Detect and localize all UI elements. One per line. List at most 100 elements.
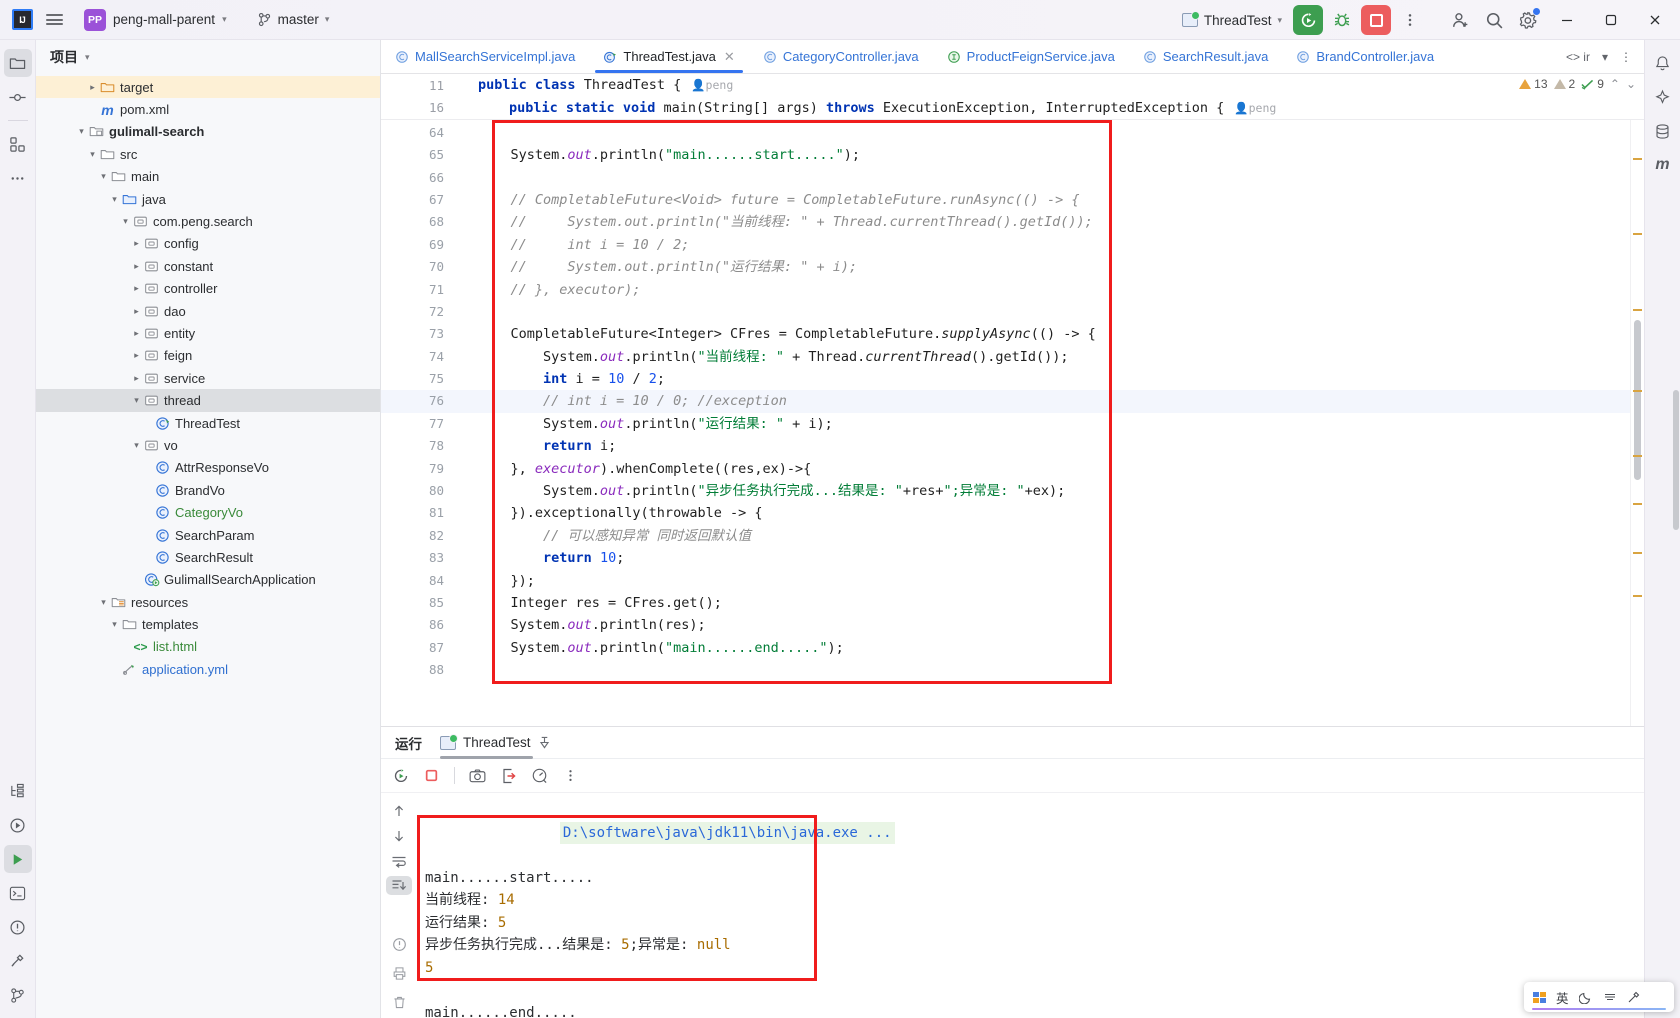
rerun-button[interactable] [387,762,414,789]
scroll-up-button[interactable] [386,802,412,821]
more-options-button[interactable] [1395,5,1425,35]
tree-item-pom-xml[interactable]: m pom.xml [36,98,380,120]
marker-tick[interactable] [1633,308,1642,311]
add-account-button[interactable] [1445,5,1475,35]
inspection-widget[interactable]: 13 2 9 ⌃ ⌄ [1519,77,1636,91]
code-line[interactable] [456,167,1630,189]
code-line[interactable]: // 可以感知异常 同时返回默认值 [456,525,1630,547]
tree-item-constant[interactable]: ▸ constant [36,255,380,277]
project-selector[interactable]: PP peng-mall-parent ▾ [76,6,235,34]
line-number[interactable]: 73 [381,323,456,345]
line-number[interactable]: 77 [381,413,456,435]
code-line[interactable] [456,301,1630,323]
next-problem-icon[interactable]: ⌄ [1626,77,1636,91]
stop-run-button[interactable] [418,762,445,789]
tree-item-feign[interactable]: ▸ feign [36,345,380,367]
marker-tick[interactable] [1633,233,1642,236]
code-line[interactable]: // int i = 10 / 2; [456,234,1630,256]
tree-item-entity[interactable]: ▸ entity [36,322,380,344]
line-number[interactable]: 68 [381,211,456,233]
chevron-down-icon[interactable]: ▾ [108,619,121,630]
chevron-down-icon[interactable]: ▾ [1598,48,1612,66]
code-line[interactable]: // }, executor); [456,279,1630,301]
tree-item-searchparam[interactable]: SearchParam [36,524,380,546]
print-button[interactable] [386,960,412,986]
line-number[interactable]: 83 [381,547,456,569]
run-tab-threadtest[interactable]: ThreadTest [440,727,551,759]
code-line[interactable]: System.out.println("main......start.....… [456,144,1630,166]
chevron-right-icon[interactable]: ▸ [130,373,143,384]
tree-item-resources[interactable]: ▾ resources [36,591,380,613]
weak-warnings-count[interactable]: 2 [1553,77,1575,91]
build-tool-window-button[interactable] [4,947,32,975]
tree-item-brandvo[interactable]: BrandVo [36,479,380,501]
marker-tick[interactable] [1633,503,1642,506]
chevron-down-icon[interactable]: ▾ [130,440,143,451]
code-line[interactable]: return i; [456,435,1630,457]
code-line[interactable]: CompletableFuture<Integer> CFres = Compl… [456,323,1630,345]
screenshot-button[interactable] [464,762,491,789]
structure-tool-window-button[interactable] [4,130,32,158]
code-line[interactable]: }); [456,570,1630,592]
tree-item-application-yml[interactable]: application.yml [36,658,380,680]
marker-tick[interactable] [1633,551,1642,554]
minimize-button[interactable] [1546,0,1588,40]
chevron-right-icon[interactable]: ▸ [130,306,143,317]
code-line[interactable]: System.out.println("运行结果: " + i); [456,413,1630,435]
console-text[interactable]: D:\software\java\jdk11\bin\java.exe ... … [417,793,1644,1018]
code-line[interactable]: System.out.println("main......end.....")… [456,637,1630,659]
chevron-down-icon[interactable]: ▾ [119,216,132,227]
git-tool-window-button[interactable] [4,981,32,1009]
problems-tool-window-button[interactable] [4,913,32,941]
line-number[interactable]: 69 [381,234,456,256]
clear-button[interactable] [386,989,412,1015]
maven-button[interactable]: m [1649,151,1677,179]
line-number[interactable]: 75 [381,368,456,390]
run-more-button[interactable] [557,762,584,789]
line-number[interactable]: 80 [381,480,456,502]
moon-icon[interactable] [1578,990,1593,1004]
tree-item-config[interactable]: ▸ config [36,233,380,255]
pin-icon[interactable] [538,736,551,749]
code-line[interactable]: System.out.println(res); [456,614,1630,636]
code-line[interactable]: System.out.println("当前线程: " + Thread.cur… [456,346,1630,368]
tools-icon[interactable] [1627,990,1641,1004]
line-number[interactable]: 79 [381,458,456,480]
editor-tab-categorycontroller[interactable]: CategoryController.java [749,40,933,73]
line-number[interactable]: 84 [381,570,456,592]
tree-item-controller[interactable]: ▸ controller [36,278,380,300]
line-number[interactable]: 67 [381,189,456,211]
code-line[interactable]: }, executor).whenComplete((res,ex)->{ [456,458,1630,480]
tree-item-vo[interactable]: ▾ vo [36,434,380,456]
chevron-right-icon[interactable]: ▸ [130,328,143,339]
line-number[interactable]: 70 [381,256,456,278]
project-tree-scrollbar[interactable] [1673,390,1679,530]
line-number[interactable]: 86 [381,614,456,636]
chevron-down-icon[interactable]: ▾ [86,149,99,160]
export-button[interactable] [495,762,522,789]
more-vertical-icon[interactable]: ⋮ [1616,48,1636,66]
code-vision-icon[interactable]: <> ir [1562,48,1594,66]
tree-item-list-html[interactable]: <> list.html [36,636,380,658]
tree-item-templates[interactable]: ▾ templates [36,613,380,635]
ime-popup[interactable]: 英 [1524,982,1674,1012]
line-number[interactable]: 65 [381,144,456,166]
code-line[interactable]: // System.out.println("运行结果: " + i); [456,256,1630,278]
line-number[interactable]: 66 [381,167,456,189]
tree-item-src[interactable]: ▾ src [36,143,380,165]
code-line[interactable]: // System.out.println("当前线程: " + Thread.… [456,211,1630,233]
chevron-down-icon[interactable]: ▾ [97,597,110,608]
tree-item-service[interactable]: ▸ service [36,367,380,389]
chevron-right-icon[interactable]: ▸ [86,82,99,93]
line-number[interactable]: 74 [381,346,456,368]
commit-tool-window-button[interactable] [4,83,32,111]
line-number[interactable]: 76 [381,390,477,413]
line-number[interactable]: 71 [381,279,456,301]
line-number[interactable]: 64 [381,122,456,144]
close-button[interactable] [1634,0,1676,40]
keyboard-icon[interactable] [1603,990,1617,1004]
chevron-down-icon[interactable]: ▾ [108,194,121,205]
project-tool-window-button[interactable] [3,49,32,77]
marker-tick[interactable] [1633,157,1642,160]
structure-bottom-icon[interactable] [4,777,32,805]
